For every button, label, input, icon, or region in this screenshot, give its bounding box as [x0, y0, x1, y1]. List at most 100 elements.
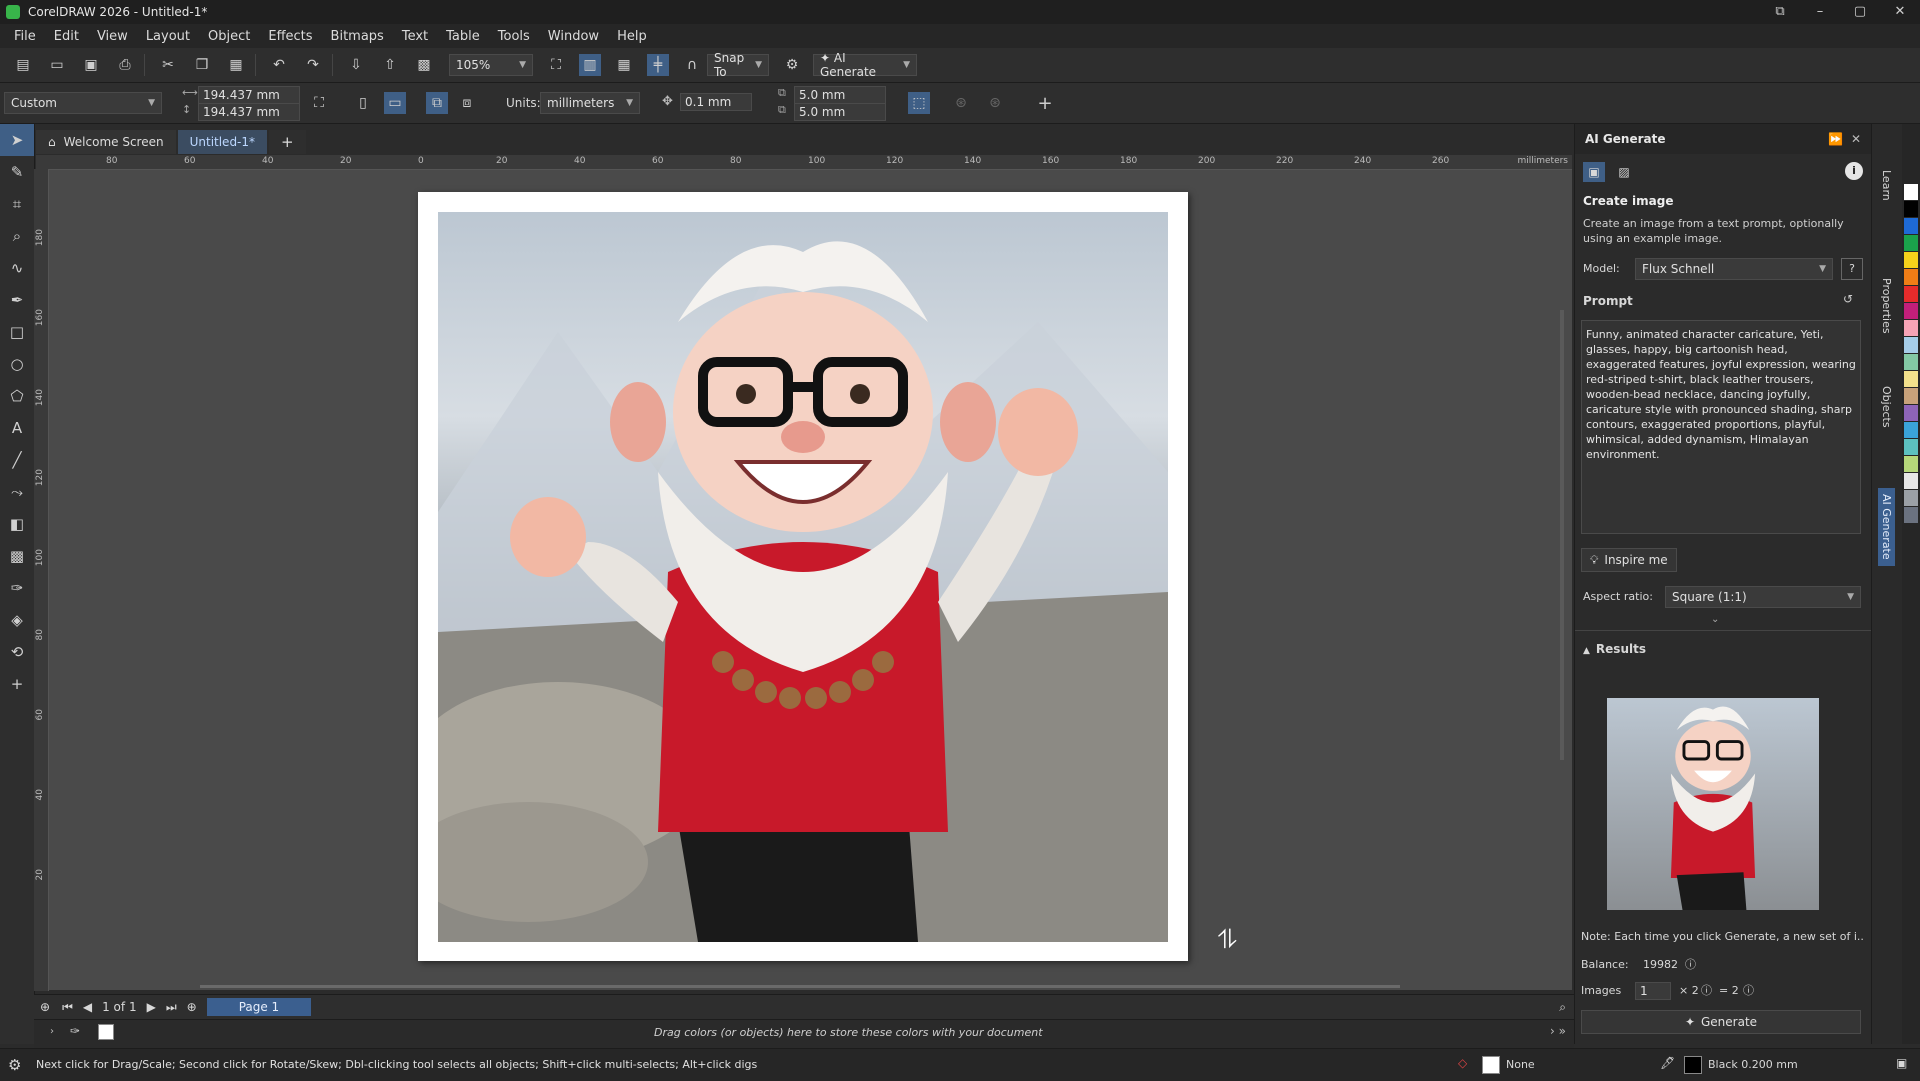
- palette-scroll-icon[interactable]: › »: [1550, 1024, 1566, 1038]
- palette-swatch[interactable]: [1904, 354, 1918, 370]
- menu-text[interactable]: Text: [402, 29, 428, 44]
- eyedropper-icon[interactable]: ✑: [0, 572, 34, 604]
- snap-magnet-icon[interactable]: ∩: [681, 54, 703, 76]
- page-height-field[interactable]: 194.437 mm: [198, 103, 300, 121]
- docker-tab-learn[interactable]: Learn: [1878, 164, 1895, 207]
- snap-option-icon-2[interactable]: ⊛: [984, 92, 1006, 114]
- palette-swatch[interactable]: [1904, 507, 1918, 523]
- horizontal-ruler[interactable]: millimeters 80 60 40 20 0 20 40 60 80 100 120 140 16…: [36, 155, 1572, 170]
- next-page-icon[interactable]: ▶: [147, 1000, 156, 1014]
- palette-swatch[interactable]: [1904, 337, 1918, 353]
- zoom-level-dropdown[interactable]: 105% ▼: [449, 54, 533, 76]
- palette-swatch[interactable]: [1904, 490, 1918, 506]
- duplicate-x-field[interactable]: 5.0 mm: [794, 86, 886, 104]
- reset-prompt-icon[interactable]: ↺: [1843, 292, 1853, 306]
- palette-swatch[interactable]: [1904, 201, 1918, 217]
- status-settings-icon[interactable]: ⚙: [8, 1056, 21, 1074]
- palette-swatch[interactable]: [1904, 388, 1918, 404]
- menu-object[interactable]: Object: [208, 29, 250, 44]
- zoom-tool-icon[interactable]: ⌕: [0, 220, 34, 252]
- aspect-ratio-dropdown[interactable]: Square (1:1) ▼: [1665, 586, 1861, 608]
- redo-icon[interactable]: ↷: [302, 54, 324, 76]
- add-button-icon[interactable]: +: [1034, 92, 1056, 114]
- fill-indicator-icon[interactable]: ◇: [1458, 1056, 1467, 1070]
- landscape-icon[interactable]: ▭: [384, 92, 406, 114]
- image-to-image-mode-icon[interactable]: ▨: [1613, 162, 1635, 182]
- results-header[interactable]: ▲ Results: [1583, 642, 1646, 656]
- page-layout-icon[interactable]: ⧉: [426, 92, 448, 114]
- document-palette[interactable]: › ✑ Drag colors (or objects) here to sto…: [34, 1019, 1574, 1048]
- menu-window[interactable]: Window: [548, 29, 599, 44]
- shape-tool-icon[interactable]: ✎: [0, 156, 34, 188]
- interactive-fill-icon[interactable]: ◈: [0, 604, 34, 636]
- connector-tool-icon[interactable]: ⤳: [0, 476, 34, 508]
- minimize-button[interactable]: –: [1800, 0, 1840, 24]
- polygon-tool-icon[interactable]: ⬠: [0, 380, 34, 412]
- ellipse-tool-icon[interactable]: ○: [0, 348, 34, 380]
- freehand-tool-icon[interactable]: ∿: [0, 252, 34, 284]
- menu-edit[interactable]: Edit: [54, 29, 79, 44]
- model-dropdown[interactable]: Flux Schnell ▼: [1635, 258, 1833, 280]
- text-to-image-mode-icon[interactable]: ▣: [1583, 162, 1605, 182]
- menu-tools[interactable]: Tools: [498, 29, 530, 44]
- outline-swatch[interactable]: [1684, 1056, 1702, 1074]
- show-guidelines-icon[interactable]: ╪: [647, 54, 669, 76]
- model-help-icon[interactable]: ?: [1841, 258, 1863, 280]
- generate-button[interactable]: ✦ Generate: [1581, 1010, 1861, 1034]
- palette-swatch[interactable]: [1904, 456, 1918, 472]
- palette-swatch[interactable]: [1904, 218, 1918, 234]
- last-page-icon[interactable]: ⏭: [166, 1000, 177, 1015]
- palette-swatch[interactable]: [1904, 473, 1918, 489]
- page-preset-dropdown[interactable]: Custom ▼: [4, 92, 162, 114]
- page-tab[interactable]: Page 1: [206, 998, 312, 1016]
- close-window-button[interactable]: ✕: [1880, 0, 1920, 24]
- outline-pen-icon[interactable]: 🖋︎: [1660, 1056, 1675, 1070]
- all-pages-icon[interactable]: ⛶: [308, 92, 330, 114]
- paste-icon[interactable]: ▦: [225, 54, 247, 76]
- line-tool-icon[interactable]: ╱: [0, 444, 34, 476]
- menu-table[interactable]: Table: [446, 29, 480, 44]
- collapse-panel-icon[interactable]: ⏩: [1828, 132, 1843, 146]
- tab-document[interactable]: Untitled-1*: [177, 130, 268, 154]
- show-grid-icon[interactable]: ▦: [613, 54, 635, 76]
- add-page-icon[interactable]: ⊕: [187, 1000, 197, 1014]
- full-screen-icon[interactable]: ⛶: [545, 54, 567, 76]
- rectangle-tool-icon[interactable]: □: [0, 316, 34, 348]
- palette-swatch[interactable]: [1904, 320, 1918, 336]
- tab-welcome-screen[interactable]: ⌂ Welcome Screen: [36, 130, 176, 154]
- pick-tool-icon[interactable]: ➤: [0, 124, 34, 156]
- palette-swatch[interactable]: [1904, 252, 1918, 268]
- result-thumbnail[interactable]: [1607, 698, 1819, 910]
- palette-swatch[interactable]: [1904, 405, 1918, 421]
- palette-swatch[interactable]: [1904, 422, 1918, 438]
- drop-shadow-icon[interactable]: ◧: [0, 508, 34, 540]
- add-tool-icon[interactable]: +: [0, 668, 34, 700]
- menu-help[interactable]: Help: [617, 29, 647, 44]
- transparency-icon[interactable]: ▩: [0, 540, 34, 572]
- prompt-textarea[interactable]: Funny, animated character caricature, Ye…: [1581, 320, 1861, 534]
- palette-swatch[interactable]: [1904, 235, 1918, 251]
- palette-swatch[interactable]: [1904, 439, 1918, 455]
- export-icon[interactable]: ⇧: [379, 54, 401, 76]
- units-dropdown[interactable]: millimeters ▼: [540, 92, 640, 114]
- snap-to-dropdown[interactable]: Snap To ▼: [707, 51, 769, 79]
- options-gear-icon[interactable]: ⚙: [781, 54, 803, 76]
- nudge-distance-field[interactable]: 0.1 mm: [680, 93, 752, 111]
- new-tab-button[interactable]: +: [269, 130, 306, 154]
- info-icon[interactable]: i: [1845, 162, 1863, 180]
- vertical-ruler[interactable]: 180 160 140 120 100 80 60 40 20: [34, 169, 49, 991]
- text-tool-icon[interactable]: A: [0, 412, 34, 444]
- menu-view[interactable]: View: [97, 29, 128, 44]
- horizontal-scrollbar[interactable]: [200, 985, 1400, 988]
- print-icon[interactable]: ⎙: [114, 54, 136, 76]
- publish-icon[interactable]: ▩: [413, 54, 435, 76]
- expand-palette-icon[interactable]: ›: [50, 1026, 54, 1037]
- palette-swatch[interactable]: [1904, 184, 1918, 200]
- menu-file[interactable]: File: [14, 29, 36, 44]
- copy-icon[interactable]: ❐: [191, 54, 213, 76]
- expand-options-chevron-icon[interactable]: ⌄: [1711, 614, 1719, 625]
- portrait-icon[interactable]: ▯: [352, 92, 374, 114]
- generated-yeti-image[interactable]: [438, 212, 1168, 942]
- duplicate-y-field[interactable]: 5.0 mm: [794, 103, 886, 121]
- open-folder-icon[interactable]: ▭: [46, 54, 68, 76]
